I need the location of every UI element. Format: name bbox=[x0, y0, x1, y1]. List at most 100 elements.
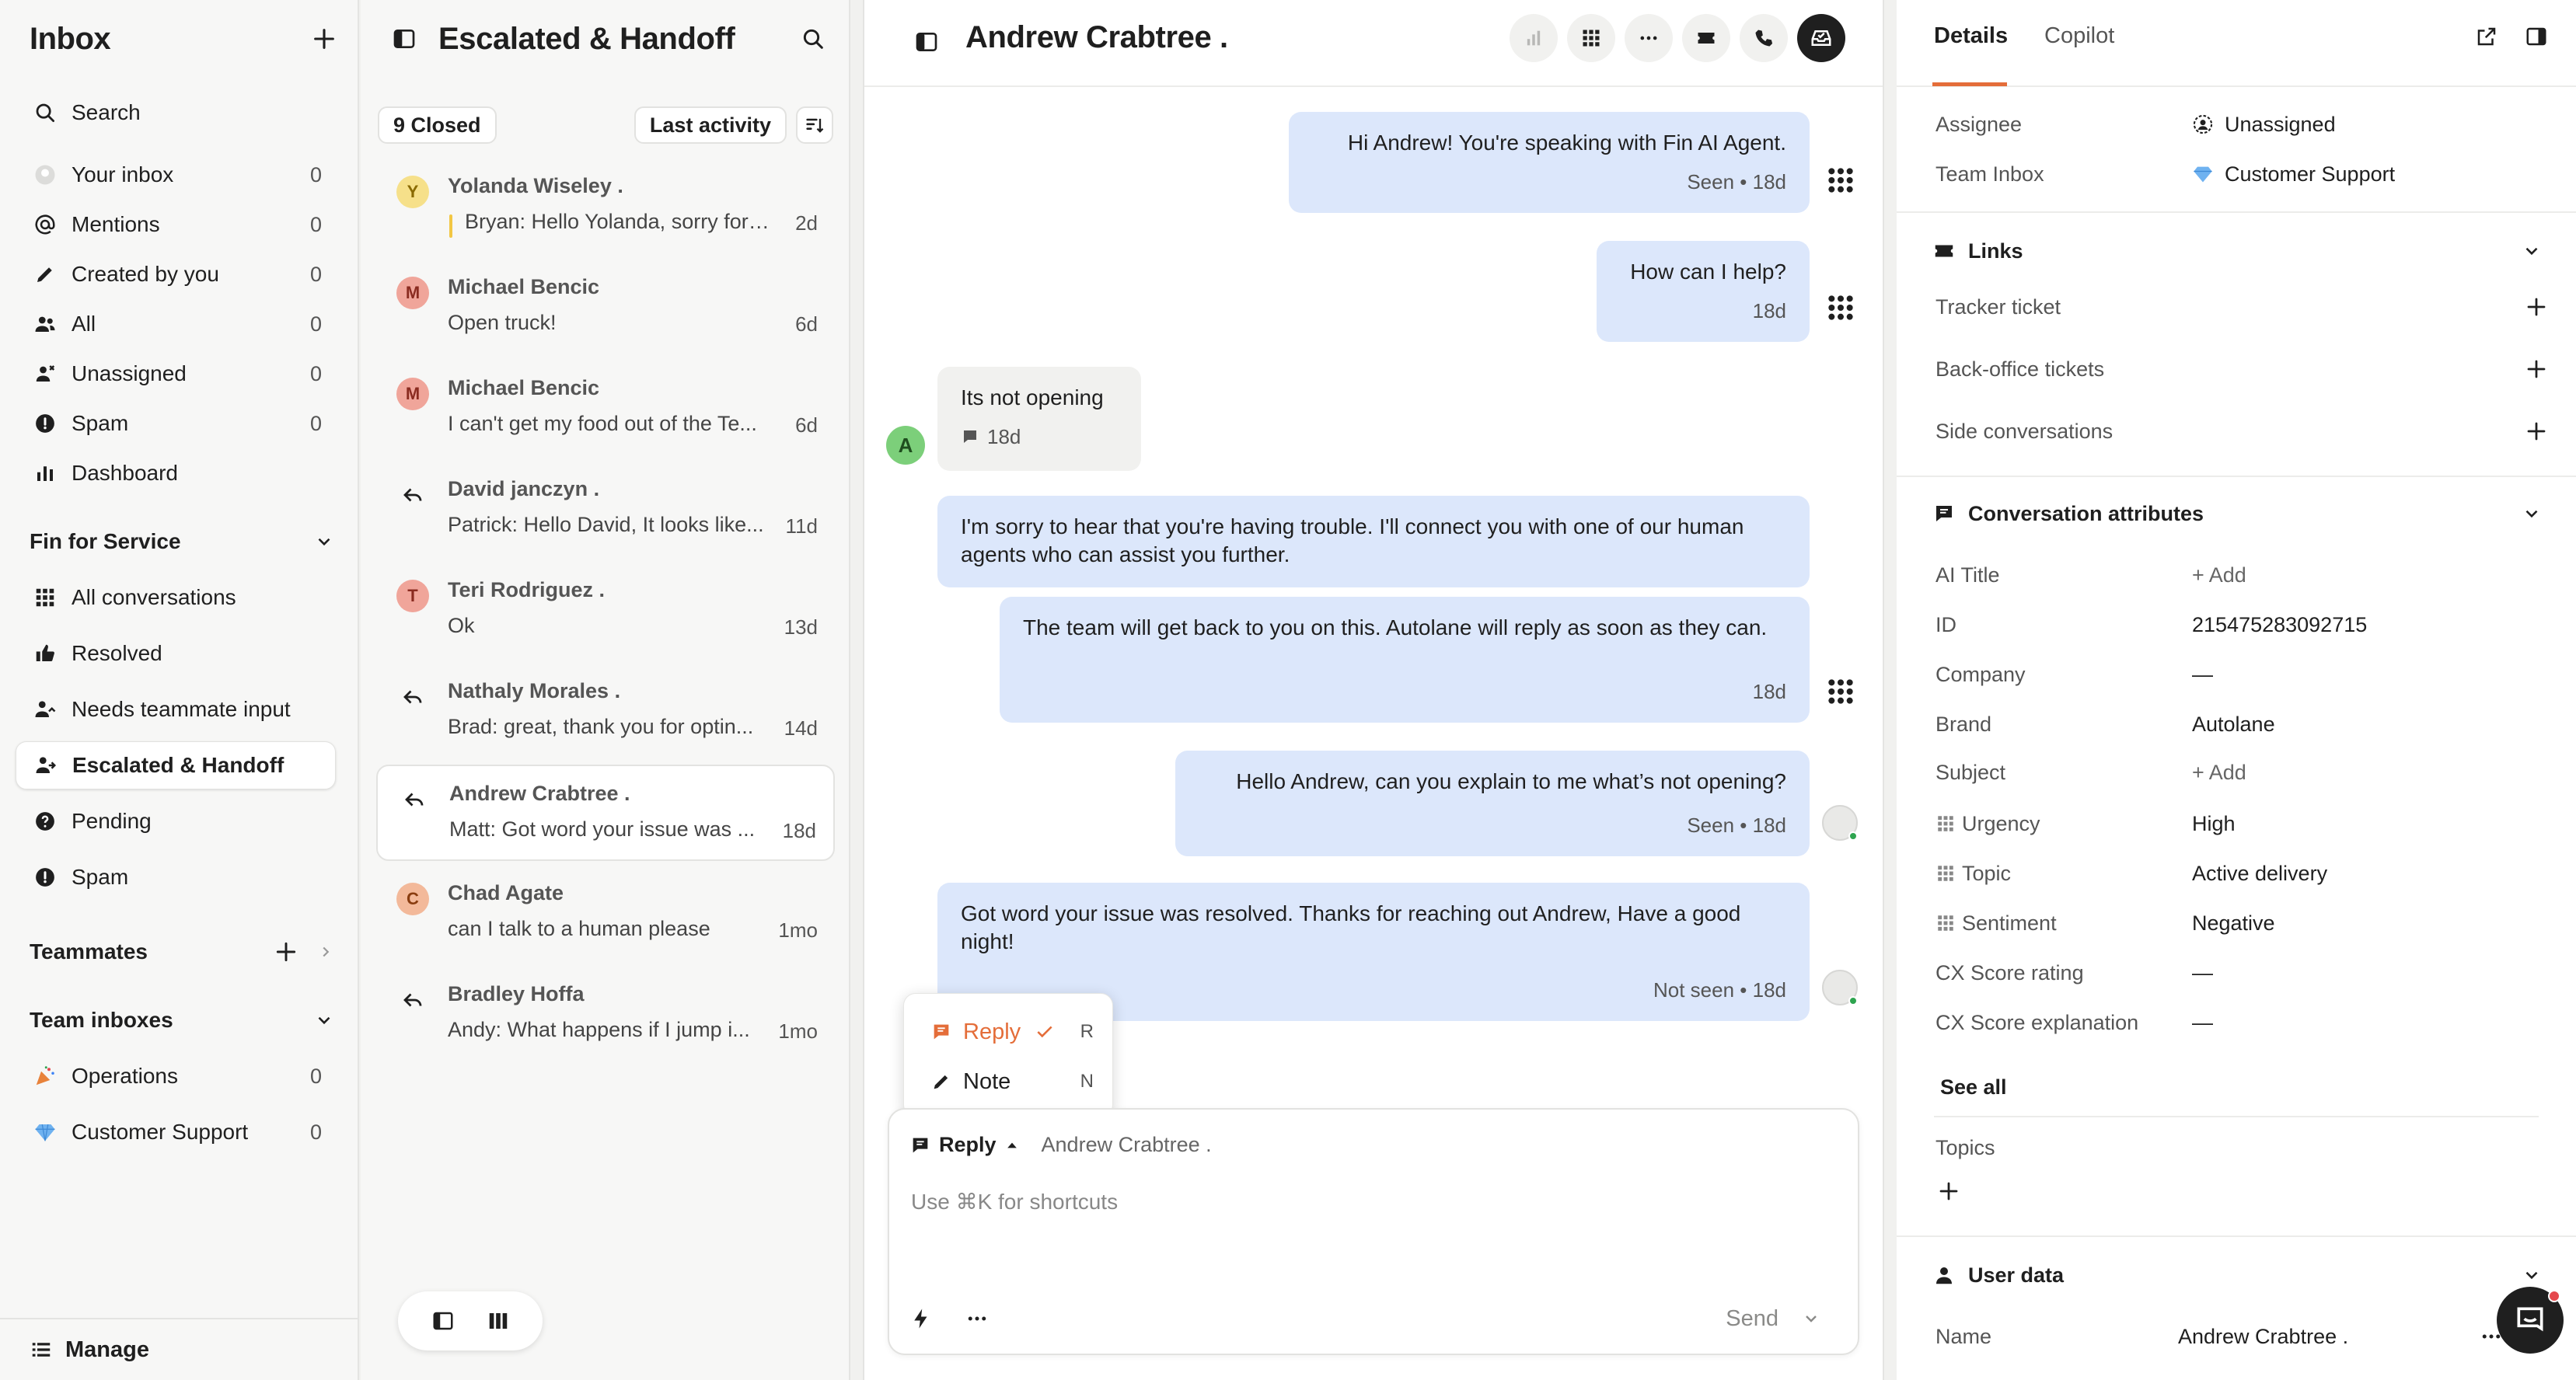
status-filter[interactable]: 9 Closed bbox=[378, 106, 497, 144]
nav-item-created-by-you[interactable]: Created by you 0 bbox=[16, 250, 336, 298]
panel-layout-icon[interactable] bbox=[2525, 25, 2548, 48]
message-bubble-outgoing: Hi Andrew! You're speaking with Fin AI A… bbox=[1289, 112, 1810, 213]
multi-column-icon[interactable] bbox=[487, 1309, 510, 1333]
nav-item-spam[interactable]: Spam 0 bbox=[16, 399, 336, 448]
nav-item-needs-teammate-input[interactable]: Needs teammate input bbox=[16, 685, 336, 734]
nav-item-label: Created by you bbox=[72, 262, 219, 286]
link-back-office-tickets[interactable]: Back-office tickets bbox=[1935, 350, 2548, 389]
nav-item-pending[interactable]: Pending bbox=[16, 797, 336, 845]
conversation-item[interactable]: Nathaly Morales . Brad: great, thank you… bbox=[376, 664, 835, 760]
attr-value[interactable]: + Add bbox=[2192, 761, 2246, 785]
attr-row-brand[interactable]: Brand Autolane bbox=[1935, 707, 2550, 741]
link-tracker-ticket[interactable]: Tracker ticket bbox=[1935, 288, 2548, 326]
user-row-name[interactable]: Name Andrew Crabtree . bbox=[1935, 1319, 2550, 1354]
attr-row-urgency[interactable]: Urgency High bbox=[1935, 807, 2550, 841]
nav-item-mentions[interactable]: Mentions 0 bbox=[16, 200, 336, 249]
user-value[interactable]: Andrew Crabtree . bbox=[2178, 1325, 2348, 1349]
tab-copilot[interactable]: Copilot bbox=[2044, 23, 2114, 49]
list-filters: 9 Closed Last activity bbox=[378, 106, 833, 145]
nav-item-unassigned[interactable]: Unassigned 0 bbox=[16, 350, 336, 398]
attr-value[interactable]: — bbox=[2192, 663, 2213, 687]
conversation-item[interactable]: Bradley Hoffa Andy: What happens if I ju… bbox=[376, 967, 835, 1063]
nav-item-fin-spam[interactable]: Spam bbox=[16, 853, 336, 901]
section-title: User data bbox=[1968, 1263, 2065, 1287]
tab-details[interactable]: Details bbox=[1934, 23, 2008, 49]
nav-section-fin-for-service[interactable]: Fin for Service bbox=[30, 522, 334, 561]
nav-item-resolved[interactable]: Resolved bbox=[16, 629, 336, 678]
nav-item-all[interactable]: All 0 bbox=[16, 300, 336, 348]
nav-item-all-conversations[interactable]: All conversations bbox=[16, 573, 336, 622]
nav-item-label: Operations bbox=[72, 1064, 178, 1088]
conversation-item[interactable]: M Michael Bencic Open truck! 6d bbox=[376, 260, 835, 356]
sort-dropdown[interactable]: Last activity bbox=[634, 106, 787, 144]
composer-mode-toggle[interactable]: Reply bbox=[909, 1133, 1020, 1157]
composer-input[interactable]: Use ⌘K for shortcuts bbox=[911, 1189, 1118, 1214]
attr-row-topic[interactable]: Topic Active delivery bbox=[1935, 856, 2550, 890]
spam-icon bbox=[30, 862, 61, 893]
attr-value[interactable]: + Add bbox=[2192, 563, 2246, 587]
manage-button[interactable]: Manage bbox=[0, 1318, 359, 1380]
add-icon[interactable] bbox=[2525, 295, 2548, 319]
nav-item-operations[interactable]: Operations 0 bbox=[16, 1052, 336, 1100]
add-topic-icon[interactable] bbox=[1937, 1180, 1960, 1203]
add-teammate-icon[interactable] bbox=[274, 939, 298, 964]
ticket-button[interactable] bbox=[1682, 14, 1730, 62]
link-side-conversations[interactable]: Side conversations bbox=[1935, 412, 2548, 451]
attr-row-sentiment[interactable]: Sentiment Negative bbox=[1935, 906, 2550, 940]
send-button[interactable]: Send bbox=[1726, 1306, 1778, 1332]
chevron-up-icon bbox=[1004, 1138, 1020, 1153]
nav-item-customer-support[interactable]: Customer Support 0 bbox=[16, 1108, 336, 1156]
nav-search[interactable]: Search bbox=[16, 89, 336, 137]
conversation-item[interactable]: Y Yolanda Wiseley . Bryan: Hello Yolanda… bbox=[376, 159, 835, 255]
detail-row-team-inbox[interactable]: Team Inbox Customer Support bbox=[1935, 157, 2550, 191]
sort-order-icon[interactable] bbox=[796, 106, 833, 144]
attr-row-ai-title[interactable]: AI Title + Add bbox=[1935, 558, 2550, 592]
conversation-item[interactable]: David janczyn . Patrick: Hello David, It… bbox=[376, 462, 835, 558]
more-options-button[interactable] bbox=[1625, 14, 1673, 62]
add-icon[interactable] bbox=[2525, 420, 2548, 443]
detail-row-assignee[interactable]: Assignee Unassigned bbox=[1935, 107, 2550, 141]
single-column-icon[interactable] bbox=[431, 1309, 455, 1333]
attr-row-subject[interactable]: Subject + Add bbox=[1935, 755, 2550, 789]
see-all-link[interactable]: See all bbox=[1940, 1075, 2007, 1099]
attr-value[interactable]: High bbox=[2192, 812, 2236, 836]
nav-item-label: All conversations bbox=[72, 585, 236, 609]
more-options-icon[interactable] bbox=[965, 1307, 989, 1330]
ticket-icon bbox=[1932, 239, 1956, 263]
attr-value[interactable]: Active delivery bbox=[2192, 862, 2327, 886]
nav-section-teammates[interactable]: Teammates bbox=[30, 932, 334, 971]
nav-section-team-inboxes[interactable]: Team inboxes bbox=[30, 1001, 334, 1040]
section-conversation-attributes[interactable]: Conversation attributes bbox=[1932, 494, 2554, 533]
conversation-time: 6d bbox=[795, 312, 818, 336]
composer-recipient[interactable]: Andrew Crabtree . bbox=[1042, 1133, 1212, 1157]
conversation-name: Nathaly Morales . bbox=[448, 679, 621, 702]
conversation-item[interactable]: C Chad Agate can I talk to a human pleas… bbox=[376, 866, 835, 962]
spam-icon bbox=[30, 408, 61, 439]
open-external-icon[interactable] bbox=[2475, 25, 2498, 48]
section-links[interactable]: Links bbox=[1932, 232, 2554, 270]
list-search-button[interactable] bbox=[791, 17, 835, 61]
nav-item-dashboard[interactable]: Dashboard bbox=[16, 449, 336, 497]
section-user-data[interactable]: User data bbox=[1932, 1256, 2554, 1295]
attr-row-company[interactable]: Company — bbox=[1935, 657, 2550, 692]
nav-item-your-inbox[interactable]: Your inbox 0 bbox=[16, 151, 336, 199]
phone-button[interactable] bbox=[1740, 14, 1788, 62]
add-icon[interactable] bbox=[2525, 357, 2548, 381]
attr-value[interactable]: Autolane bbox=[2192, 713, 2275, 737]
conversation-item[interactable]: T Teri Rodriguez . Ok 13d bbox=[376, 563, 835, 659]
panel-toggle-icon[interactable] bbox=[914, 30, 939, 54]
apps-button[interactable] bbox=[1567, 14, 1615, 62]
chevron-down-icon[interactable] bbox=[1802, 1309, 1820, 1328]
attr-value[interactable]: Negative bbox=[2192, 911, 2275, 936]
lightning-icon[interactable] bbox=[909, 1307, 933, 1330]
new-conversation-icon[interactable] bbox=[311, 26, 337, 52]
help-messenger-button[interactable] bbox=[2497, 1287, 2564, 1354]
menu-item-note[interactable]: Note N bbox=[930, 1062, 1094, 1101]
stats-button[interactable] bbox=[1510, 14, 1558, 62]
nav-item-escalated-handoff[interactable]: Escalated & Handoff bbox=[16, 741, 336, 789]
conversation-item[interactable]: M Michael Bencic I can't get my food out… bbox=[376, 361, 835, 457]
sidebar-toggle-icon[interactable] bbox=[392, 26, 417, 51]
menu-item-reply[interactable]: Reply R bbox=[930, 1012, 1094, 1051]
conversation-item-active[interactable]: Andrew Crabtree . Matt: Got word your is… bbox=[376, 765, 835, 861]
close-conversation-button[interactable] bbox=[1797, 14, 1845, 62]
